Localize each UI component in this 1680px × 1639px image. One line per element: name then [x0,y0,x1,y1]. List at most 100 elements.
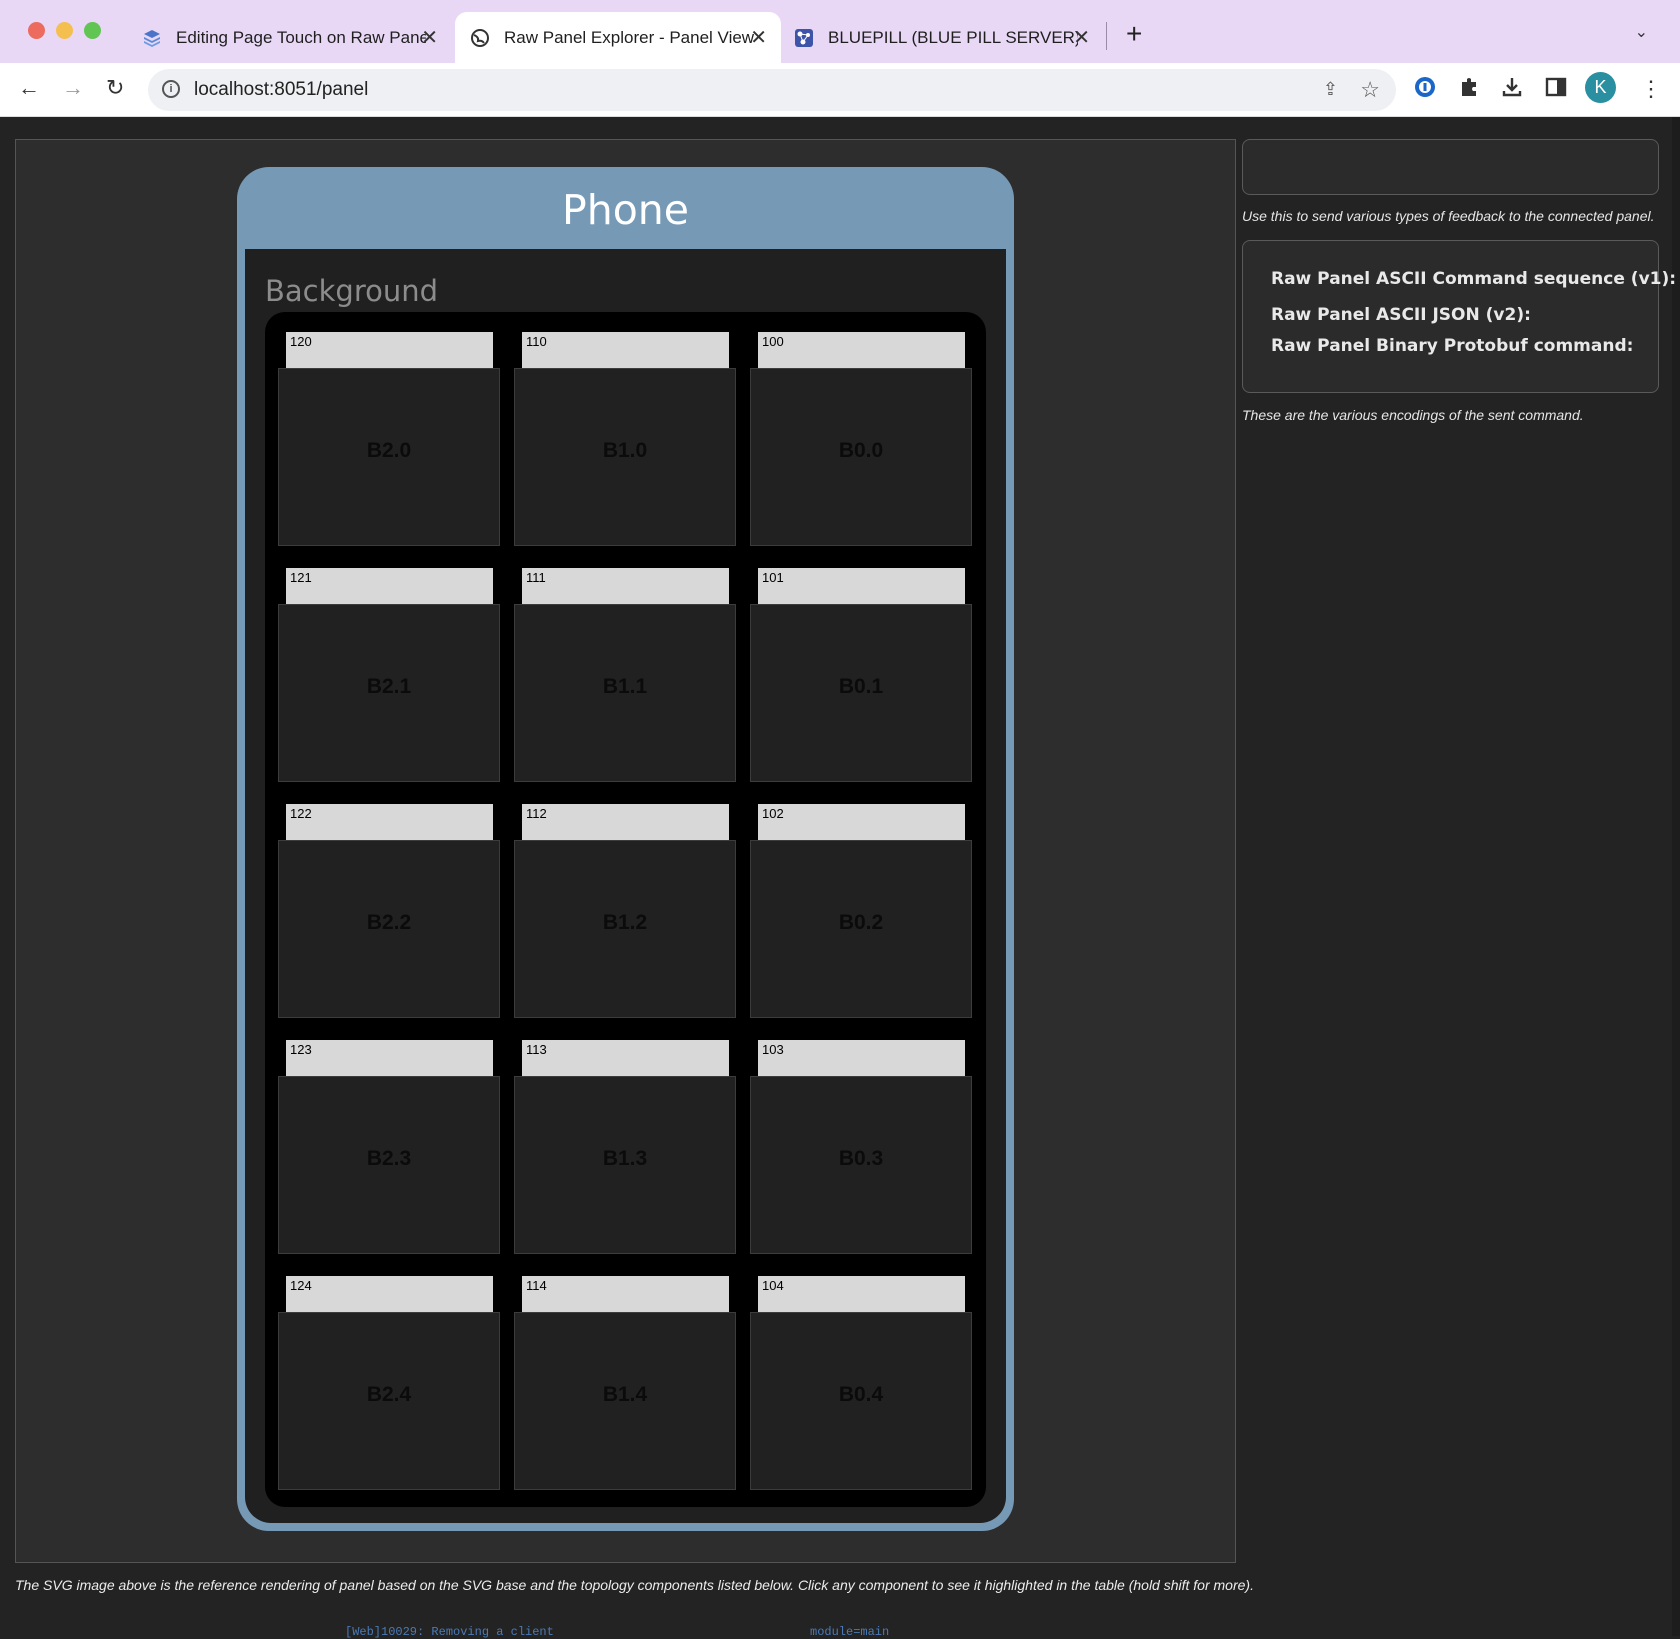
button-id-tab[interactable]: 121 [286,568,493,604]
bookmark-star-icon[interactable]: ☆ [1360,77,1380,103]
panel-button-label: B0.0 [838,439,884,462]
panel-button-label: B2.1 [366,675,412,698]
panel-button-label: B2.3 [366,1147,412,1170]
protobuf-label: Raw Panel Binary Protobuf command: [1271,336,1634,356]
feedback-input-box[interactable] [1242,139,1659,195]
panel-button-label: B1.3 [602,1147,648,1170]
ascii-v1-label: Raw Panel ASCII Command sequence (v1): [1271,269,1677,289]
network-icon [794,28,814,48]
site-info-icon[interactable]: i [162,80,180,98]
button-id-label: 120 [290,334,312,349]
button-id-tab[interactable]: 104 [758,1276,965,1312]
button-id-tab[interactable]: 123 [286,1040,493,1076]
side-panel-icon[interactable] [1545,76,1567,104]
close-tab-icon[interactable]: ✕ [421,25,438,50]
password-manager-icon[interactable] [1414,76,1436,104]
panel-body: Background 120 B2.0 121 B2.1 122 B2.2 123 B2.3 1… [245,249,1006,1523]
panel-button[interactable]: B0.4 [750,1312,972,1490]
close-tab-icon[interactable]: ✕ [750,25,767,50]
panel-button[interactable]: B2.4 [278,1312,500,1490]
panel-button[interactable]: B1.2 [514,840,736,1018]
close-window-button[interactable] [28,22,45,39]
panel-button[interactable]: B2.3 [278,1076,500,1254]
new-tab-button[interactable]: + [1126,18,1142,50]
button-id-label: 121 [290,570,312,585]
panel-button[interactable]: B1.4 [514,1312,736,1490]
panel-button-label: B1.0 [602,439,648,462]
button-id-tab[interactable]: 111 [522,568,729,604]
more-menu-icon[interactable]: ⋮ [1640,76,1662,102]
panel-title: Phone [561,186,689,234]
button-id-tab[interactable]: 112 [522,804,729,840]
panel-button[interactable]: B1.1 [514,604,736,782]
log-line-text: [Web]10029: Removing a client [345,1625,554,1639]
encodings-help-text: These are the various encodings of the s… [1242,407,1584,423]
button-id-label: 123 [290,1042,312,1057]
panel-button-label: B1.2 [602,911,648,934]
button-id-tab[interactable]: 110 [522,332,729,368]
download-icon[interactable] [1501,76,1523,104]
panel-button-label: B0.3 [838,1147,884,1170]
tab-title: Editing Page Touch on Raw Panel [176,27,426,47]
back-button[interactable]: ← [18,75,40,101]
stack-icon [142,28,162,48]
button-id-label: 101 [762,570,784,585]
button-id-label: 110 [526,334,547,349]
panel-button[interactable]: B0.1 [750,604,972,782]
panel-button[interactable]: B0.3 [750,1076,972,1254]
forward-button[interactable]: → [62,75,84,101]
chevron-down-icon[interactable]: ⌄ [1635,22,1648,42]
reload-button[interactable]: ↻ [106,75,124,101]
zoom-window-button[interactable] [84,22,101,39]
panel-button-label: B2.0 [366,439,412,462]
panel-button[interactable]: B0.2 [750,840,972,1018]
panel-button[interactable]: B0.0 [750,368,972,546]
button-id-tab[interactable]: 114 [522,1276,729,1312]
panel-button[interactable]: B2.0 [278,368,500,546]
phone-panel[interactable]: Phone Background 120 B2.0 121 B2.1 122 B2.2 12… [237,167,1014,1531]
button-id-tab[interactable]: 113 [522,1040,729,1076]
panel-button-label: B0.2 [838,911,884,934]
button-id-tab[interactable]: 102 [758,804,965,840]
button-id-label: 104 [762,1278,784,1293]
button-id-label: 122 [290,806,312,821]
tab-divider [1106,22,1107,50]
button-id-label: 102 [762,806,784,821]
profile-avatar[interactable]: K [1585,72,1616,103]
panel-button-label: B0.1 [838,675,884,698]
panel-button[interactable]: B1.3 [514,1076,736,1254]
tab-editing-page[interactable]: Editing Page Touch on Raw Panel ✕ [142,12,452,63]
share-icon[interactable]: ⇪ [1323,79,1338,100]
tab-raw-panel-explorer[interactable]: Raw Panel Explorer - Panel View ✕ [455,12,781,63]
url-text[interactable]: localhost:8051/panel [194,79,368,101]
minimize-window-button[interactable] [56,22,73,39]
tab-title: Raw Panel Explorer - Panel View [504,27,754,47]
button-id-tab[interactable]: 100 [758,332,965,368]
panel-button[interactable]: B2.1 [278,604,500,782]
panel-button-label: B2.2 [366,911,412,934]
button-id-tab[interactable]: 101 [758,568,965,604]
panel-button-label: B1.4 [602,1383,648,1406]
button-id-tab[interactable]: 124 [286,1276,493,1312]
button-id-label: 103 [762,1042,784,1057]
address-bar[interactable]: i localhost:8051/panel ⇪ ☆ [148,69,1396,111]
tab-bluepill[interactable]: BLUEPILL (BLUE PILL SERVER) ✕ [794,12,1104,63]
button-id-tab[interactable]: 120 [286,332,493,368]
browser-toolbar: ← → ↻ i localhost:8051/panel ⇪ ☆ K ⋮ [0,63,1680,117]
panel-button-label: B1.1 [602,675,648,698]
close-tab-icon[interactable]: ✕ [1073,25,1090,50]
panel-button[interactable]: B1.0 [514,368,736,546]
button-id-tab[interactable]: 122 [286,804,493,840]
button-id-label: 114 [526,1278,547,1293]
background-label: Background [265,274,439,308]
globe-icon [470,28,490,48]
json-v2-label: Raw Panel ASCII JSON (v2): [1271,305,1531,325]
extensions-icon[interactable] [1458,76,1480,104]
panel-button[interactable]: B2.2 [278,840,500,1018]
panel-button-label: B0.4 [838,1383,884,1406]
background-editor-strip [1672,117,1680,1636]
log-module-text: module=main [810,1625,890,1639]
feedback-help-text: Use this to send various types of feedba… [1242,208,1655,224]
button-id-tab[interactable]: 103 [758,1040,965,1076]
button-id-label: 112 [526,806,547,821]
